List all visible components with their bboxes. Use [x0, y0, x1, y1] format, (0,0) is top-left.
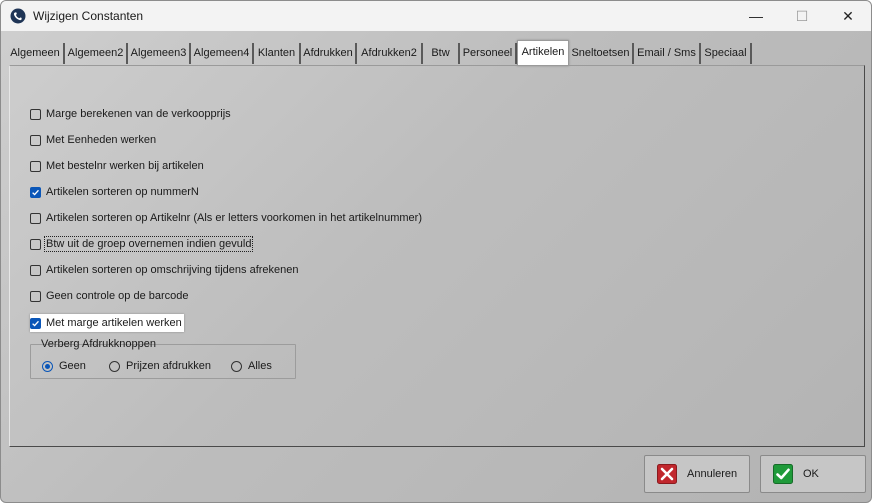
radio-alles[interactable]: Alles: [231, 358, 272, 374]
option-label: Met marge artikelen werken: [46, 317, 182, 329]
radio-button[interactable]: [231, 360, 242, 372]
option-label: Met Eenheden werken: [46, 134, 157, 146]
tab-speciaal[interactable]: Speciaal: [701, 43, 752, 64]
dialog-window: Wijzigen Constanten — ☐ ✕ Algemeen Algem…: [0, 0, 872, 503]
checkbox[interactable]: [30, 290, 41, 302]
option-label: Artikelen sorteren op omschrijving tijde…: [46, 264, 299, 276]
tab-email-sms[interactable]: Email / Sms: [634, 43, 701, 64]
option-sorteren-nummern[interactable]: Artikelen sorteren op nummerN: [30, 184, 199, 200]
option-eenheden[interactable]: Met Eenheden werken: [30, 132, 156, 148]
minimize-button[interactable]: —: [733, 1, 779, 31]
checkbox-checked[interactable]: [30, 317, 41, 329]
ok-button[interactable]: OK: [760, 455, 866, 493]
option-geen-barcode-controle[interactable]: Geen controle op de barcode: [30, 288, 189, 304]
option-marge-artikelen[interactable]: Met marge artikelen werken: [30, 314, 184, 332]
radio-label: Alles: [248, 360, 272, 372]
tab-btw[interactable]: Btw: [423, 43, 460, 64]
check-icon: [32, 189, 39, 196]
option-label: Btw uit de groep overnemen indien gevuld: [43, 236, 254, 252]
radio-label: Geen: [59, 360, 86, 372]
tab-algemeen4[interactable]: Algemeen4: [191, 43, 254, 64]
radio-prijzen-afdrukken[interactable]: Prijzen afdrukken: [109, 358, 211, 374]
tab-personeel[interactable]: Personeel: [460, 43, 517, 64]
tab-algemeen2[interactable]: Algemeen2: [65, 43, 128, 64]
radio-label: Prijzen afdrukken: [126, 360, 211, 372]
title-bar: Wijzigen Constanten — ☐ ✕: [1, 1, 871, 31]
close-x-icon: [657, 464, 677, 484]
option-btw-groep[interactable]: Btw uit de groep overnemen indien gevuld: [30, 236, 254, 252]
radio-button[interactable]: [109, 360, 120, 372]
tab-artikelen[interactable]: Artikelen: [517, 40, 569, 66]
groupbox-title: Verberg Afdrukknoppen: [41, 338, 156, 350]
radio-geen[interactable]: Geen: [42, 358, 86, 374]
app-icon: [10, 8, 26, 24]
checkbox[interactable]: [30, 238, 41, 250]
window-title: Wijzigen Constanten: [33, 9, 144, 23]
close-button[interactable]: ✕: [825, 1, 871, 31]
checkbox[interactable]: [30, 212, 41, 224]
checkbox-checked[interactable]: [30, 186, 41, 198]
option-sorteren-omschrijving[interactable]: Artikelen sorteren op omschrijving tijde…: [30, 262, 299, 278]
radio-button-selected[interactable]: [42, 360, 53, 372]
option-bestelnr[interactable]: Met bestelnr werken bij artikelen: [30, 158, 204, 174]
checkbox[interactable]: [30, 264, 41, 276]
tab-algemeen3[interactable]: Algemeen3: [128, 43, 191, 64]
tab-sneltoetsen[interactable]: Sneltoetsen: [569, 43, 634, 64]
maximize-button[interactable]: ☐: [779, 1, 825, 31]
option-label: Geen controle op de barcode: [46, 290, 189, 302]
checkbox[interactable]: [30, 160, 41, 172]
tab-algemeen[interactable]: Algemeen: [7, 43, 65, 64]
cancel-button[interactable]: Annuleren: [644, 455, 750, 493]
tab-afdrukken2[interactable]: Afdrukken2: [357, 43, 423, 64]
tab-panel-artikelen: [9, 65, 865, 447]
option-marge-verkoopprijs[interactable]: Marge berekenen van de verkoopprijs: [30, 106, 231, 122]
option-label: Marge berekenen van de verkoopprijs: [46, 108, 231, 120]
checkmark-icon: [773, 464, 793, 484]
checkbox[interactable]: [30, 108, 41, 120]
checkbox[interactable]: [30, 134, 41, 146]
cancel-label: Annuleren: [687, 468, 738, 480]
check-icon: [32, 320, 39, 327]
option-label: Met bestelnr werken bij artikelen: [46, 160, 204, 172]
option-sorteren-artikelnr[interactable]: Artikelen sorteren op Artikelnr (Als er …: [30, 210, 422, 226]
tab-klanten[interactable]: Klanten: [254, 43, 301, 64]
option-label: Artikelen sorteren op Artikelnr (Als er …: [46, 212, 422, 224]
tab-afdrukken[interactable]: Afdrukken: [301, 43, 357, 64]
option-label: Artikelen sorteren op nummerN: [46, 186, 199, 198]
ok-label: OK: [803, 468, 819, 480]
